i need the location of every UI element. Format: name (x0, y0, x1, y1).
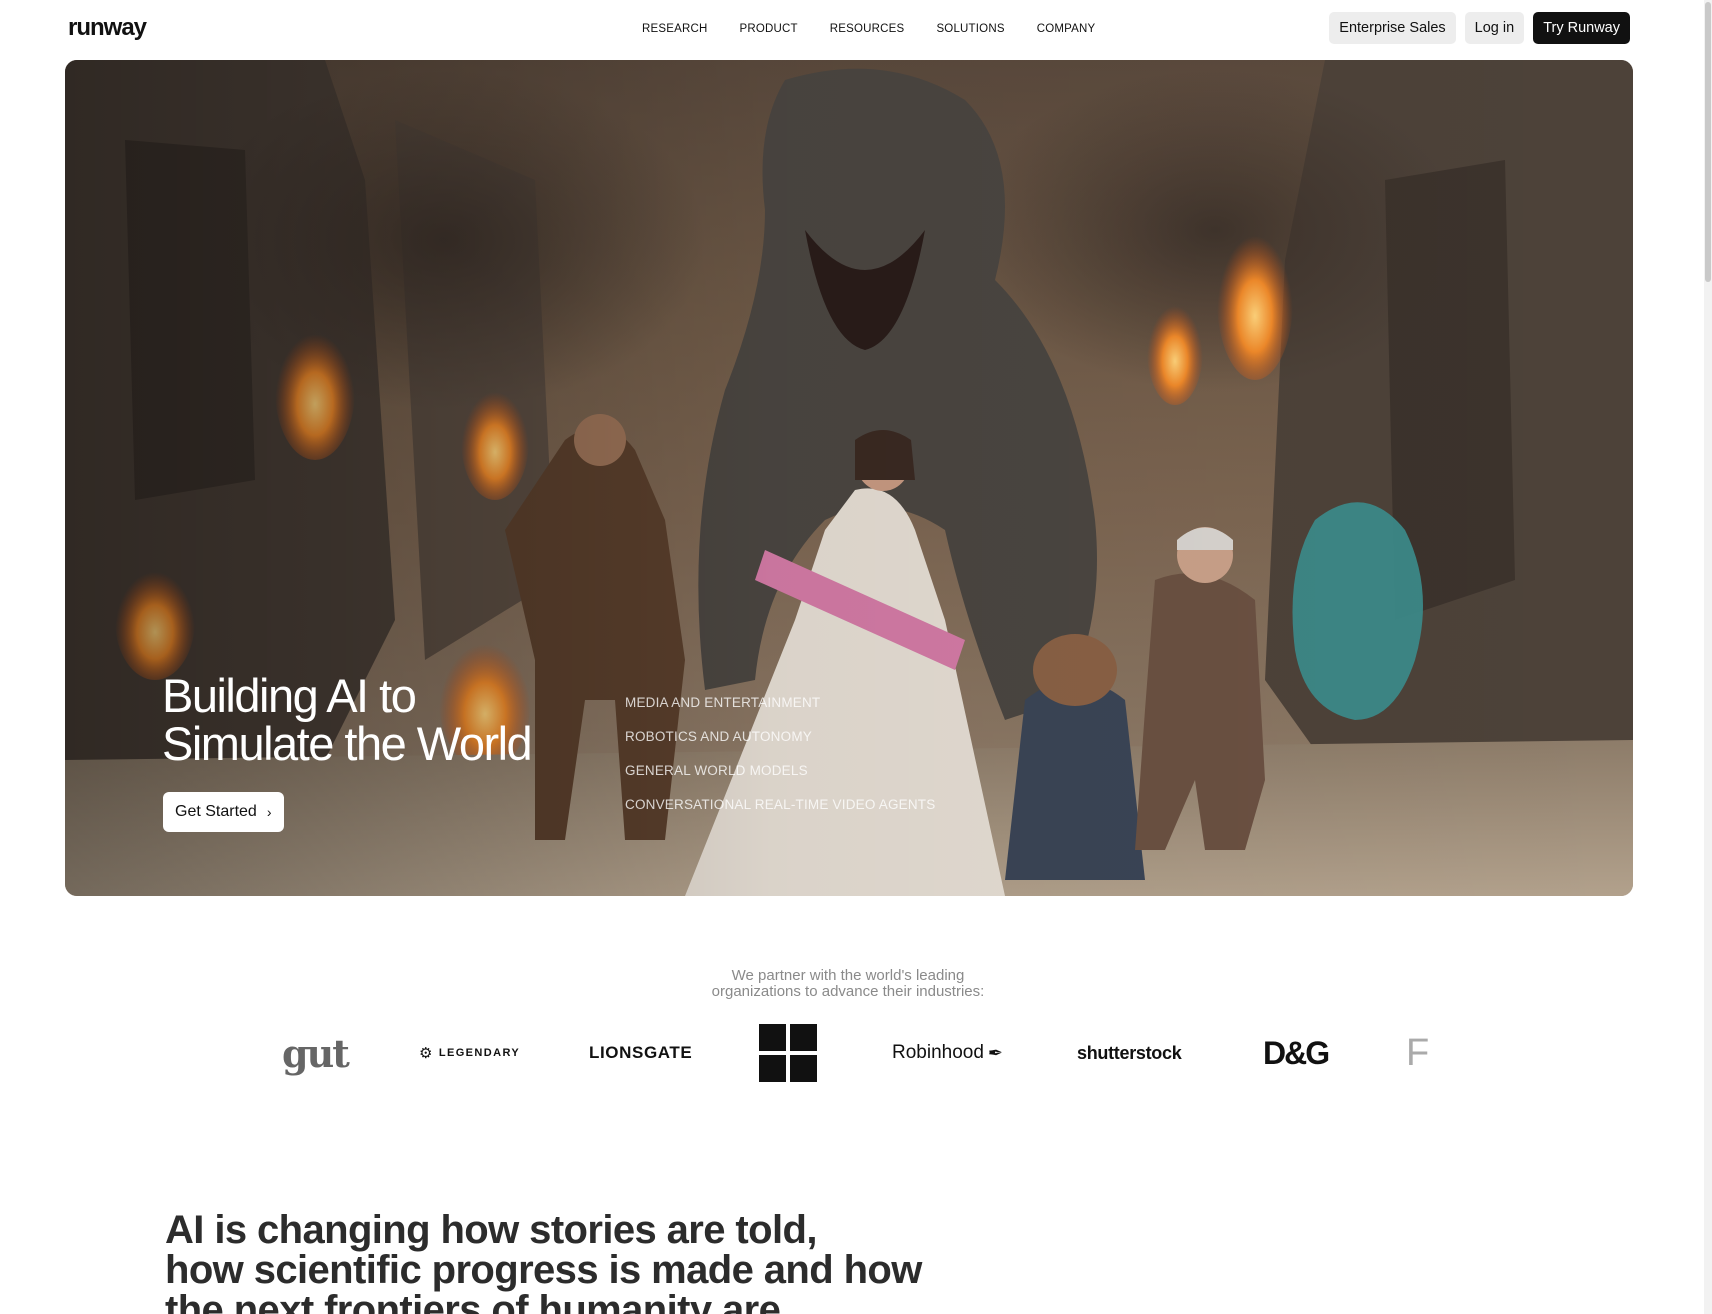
microsoft-squares-icon (759, 1024, 817, 1082)
link-video-agents[interactable]: CONVERSATIONAL REAL-TIME VIDEO AGENTS (625, 788, 935, 822)
hero-title-line-1: Building AI to (162, 669, 417, 722)
partial-logo: F (1406, 1031, 1430, 1074)
chevron-right-icon: › (266, 804, 272, 820)
hero-title-line-2: Simulate the World (162, 717, 533, 770)
mission-statement: AI is changing how stories are told, how… (165, 1210, 925, 1314)
feather-icon: ✒ (987, 1042, 1004, 1063)
get-started-button[interactable]: Get Started › (163, 792, 284, 832)
hero-title: Building AI to Simulate the World (162, 672, 662, 768)
page-scrollbar[interactable] (1704, 0, 1712, 1314)
nav-product[interactable]: PRODUCT (740, 23, 798, 35)
enterprise-sales-button[interactable]: Enterprise Sales (1329, 12, 1456, 44)
login-button[interactable]: Log in (1464, 12, 1525, 44)
try-runway-button[interactable]: Try Runway (1533, 12, 1630, 44)
lionsgate-logo: LIONSGATE (589, 1043, 693, 1062)
legendary-logo-text: LEGENDARY (438, 1047, 521, 1059)
partners-intro: We partner with the world's leading orga… (600, 968, 1096, 1000)
robinhood-logo-text: Robinhood (892, 1042, 984, 1063)
get-started-label: Get Started (175, 803, 257, 820)
nav-research[interactable]: RESEARCH (642, 23, 708, 35)
partners-intro-line-1: We partner with the world's leading (731, 967, 965, 984)
link-robotics-autonomy[interactable]: ROBOTICS AND AUTONOMY (625, 720, 935, 754)
gut-logo: gut (282, 1030, 350, 1076)
link-media-entertainment[interactable]: MEDIA AND ENTERTAINMENT (625, 686, 935, 720)
robinhood-logo: Robinhood ✒ (892, 1022, 1003, 1084)
partner-logos: gut ⚙ LEGENDARY LIONSGATE Robinhood ✒ sh… (282, 1022, 1432, 1084)
nav-company[interactable]: COMPANY (1037, 23, 1096, 35)
link-general-world-models[interactable]: GENERAL WORLD MODELS (625, 754, 935, 788)
main-nav: RESEARCH PRODUCT RESOURCES SOLUTIONS COM… (642, 23, 1127, 35)
site-header: runway RESEARCH PRODUCT RESOURCES SOLUTI… (0, 0, 1712, 58)
statement-line-3: the next frontiers of humanity are reach… (165, 1288, 781, 1314)
legendary-logo: ⚙ LEGENDARY (419, 1022, 520, 1084)
shutterstock-logo: shutterstock (1077, 1042, 1182, 1063)
industry-links: MEDIA AND ENTERTAINMENT ROBOTICS AND AUT… (625, 686, 935, 822)
statement-line-2: how scientific progress is made and how (165, 1248, 922, 1292)
dg-logo: D&G (1263, 1034, 1330, 1071)
scrollbar-thumb[interactable] (1705, 2, 1711, 282)
statement-line-1: AI is changing how stories are told, (165, 1208, 817, 1252)
nav-resources[interactable]: RESOURCES (830, 23, 905, 35)
microsoft-logo-icon (759, 1022, 817, 1084)
header-actions: Enterprise Sales Log in Try Runway (1329, 12, 1630, 44)
hero-video: Building AI to Simulate the World Get St… (65, 60, 1633, 896)
legendary-emblem-icon: ⚙ (419, 1045, 434, 1062)
runway-logo[interactable]: runway (68, 14, 147, 42)
nav-solutions[interactable]: SOLUTIONS (936, 23, 1004, 35)
partners-intro-line-2: organizations to advance their industrie… (711, 983, 985, 1000)
